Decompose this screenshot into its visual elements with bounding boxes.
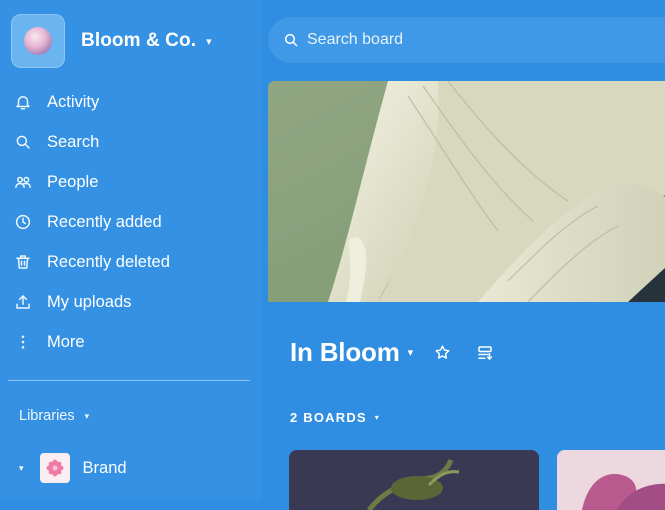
board-header: In Bloom ▾ xyxy=(290,337,498,368)
sidebar-item-more[interactable]: More xyxy=(12,322,252,362)
sidebar-item-my-uploads[interactable]: My uploads xyxy=(12,282,252,322)
search-icon xyxy=(283,32,299,48)
sidebar-item-recently-deleted[interactable]: Recently deleted xyxy=(12,242,252,282)
bell-icon xyxy=(12,91,34,113)
search-input[interactable] xyxy=(305,30,609,50)
sidebar: Bloom & Co. ▾ Activity Search People Rec… xyxy=(0,0,262,500)
chevron-down-icon: ▾ xyxy=(374,413,380,422)
board-card[interactable] xyxy=(557,450,665,510)
sidebar-item-label: More xyxy=(47,332,85,351)
sidebar-item-label: Search xyxy=(47,132,100,151)
star-icon[interactable] xyxy=(429,340,455,366)
chevron-down-icon: ▾ xyxy=(84,410,90,421)
page-title[interactable]: In Bloom xyxy=(290,337,400,368)
sidebar-item-label: Activity xyxy=(47,92,100,111)
workspace-switcher[interactable]: Bloom & Co. ▾ xyxy=(11,13,212,69)
board-settings-icon[interactable] xyxy=(472,340,498,366)
trash-icon xyxy=(12,251,34,273)
search-icon xyxy=(12,131,34,153)
clock-icon xyxy=(12,211,34,233)
boards-count-toggle[interactable]: 2 BOARDS ▾ xyxy=(290,410,380,425)
sidebar-item-label: People xyxy=(47,172,99,191)
chevron-down-icon[interactable]: ▾ xyxy=(408,346,414,359)
library-item-brand[interactable]: ▾ Brand xyxy=(19,452,127,484)
library-item-label: Brand xyxy=(82,458,127,477)
sidebar-item-label: Recently deleted xyxy=(47,252,170,271)
sidebar-divider xyxy=(8,380,250,381)
sidebar-item-activity[interactable]: Activity xyxy=(12,82,252,122)
libraries-label: Libraries xyxy=(19,408,75,424)
boards-count-label: 2 BOARDS xyxy=(290,410,367,425)
sidebar-item-label: Recently added xyxy=(47,212,162,231)
more-vertical-icon xyxy=(12,331,34,353)
upload-icon xyxy=(12,291,34,313)
search-bar[interactable] xyxy=(268,17,665,63)
board-cover-image xyxy=(268,81,665,302)
flower-icon xyxy=(39,453,70,483)
sidebar-item-search[interactable]: Search xyxy=(12,122,252,162)
libraries-toggle[interactable]: Libraries ▾ xyxy=(19,408,89,424)
sidebar-item-people[interactable]: People xyxy=(12,162,252,202)
sidebar-item-label: My uploads xyxy=(47,292,132,311)
workspace-logo xyxy=(11,14,65,68)
sidebar-nav: Activity Search People Recently added Re… xyxy=(12,82,252,362)
workspace-name: Bloom & Co. xyxy=(81,30,197,51)
sidebar-item-recently-added[interactable]: Recently added xyxy=(12,202,252,242)
chevron-down-icon: ▾ xyxy=(206,35,212,48)
chevron-down-icon[interactable]: ▾ xyxy=(19,463,24,474)
people-icon xyxy=(12,171,34,193)
board-card[interactable] xyxy=(289,450,539,510)
